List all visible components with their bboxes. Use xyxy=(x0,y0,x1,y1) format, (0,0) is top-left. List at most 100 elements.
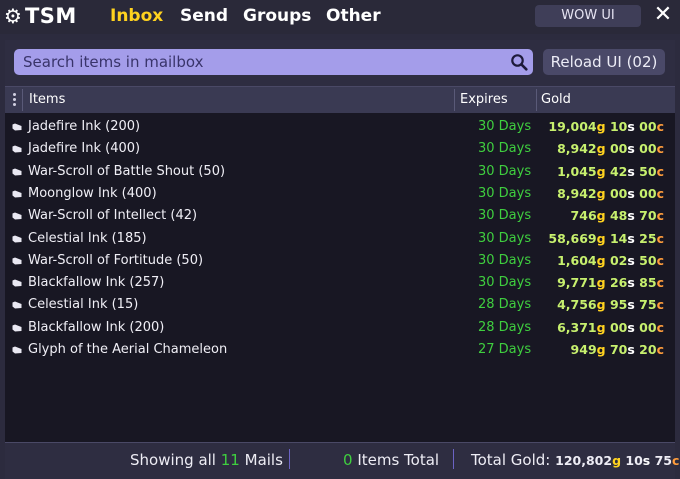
search-icon[interactable] xyxy=(510,53,528,71)
silver-unit: s xyxy=(627,297,635,313)
copper-unit: c xyxy=(656,141,664,157)
item-name: Blackfallow Ink (257) xyxy=(28,275,165,291)
gold-unit: g xyxy=(596,252,606,268)
search-placeholder: Search items in mailbox xyxy=(23,53,204,71)
item-name: War-Scroll of Fortitude (50) xyxy=(28,252,204,268)
copper-unit: c xyxy=(656,208,664,224)
silver-unit: s xyxy=(627,342,635,357)
gold-unit: g xyxy=(596,275,606,291)
copper-amount: 85 xyxy=(639,275,657,291)
mail-icon xyxy=(12,279,22,287)
gold-unit: g xyxy=(596,297,606,313)
gear-icon: ⚙ xyxy=(4,4,22,28)
table-row[interactable]: War-Scroll of Fortitude (50) 30 Days 1,604… xyxy=(5,250,675,272)
item-expires: 30 Days xyxy=(478,252,532,268)
silver-amount: 10 xyxy=(609,119,628,134)
gold-amount: 1,604 xyxy=(557,252,597,268)
mail-icon xyxy=(12,235,22,242)
table-header: Items Expires Gold xyxy=(5,86,675,114)
gold-amount: 8,942 xyxy=(557,185,597,201)
item-gold: 4,756g 95s 75c xyxy=(557,297,664,312)
gold-unit: g xyxy=(596,163,606,179)
table-row[interactable]: Glyph of the Aerial Chameleon 27 Days 949g… xyxy=(5,339,675,361)
item-gold: 58,669g 14s 25c xyxy=(548,231,664,246)
item-gold: 9,771g 26s 85c xyxy=(557,275,664,290)
item-gold: 19,004g 10s 00c xyxy=(548,119,664,134)
showing-prefix: Showing all xyxy=(130,451,216,469)
gold-unit: g xyxy=(596,319,606,335)
item-name: Jadefire Ink (200) xyxy=(28,119,141,134)
item-expires: 30 Days xyxy=(478,119,532,134)
column-options-icon[interactable] xyxy=(13,93,17,107)
gold-amount: 6,371 xyxy=(557,319,597,335)
copper-unit: c xyxy=(656,163,664,179)
copper-unit: c xyxy=(656,185,664,201)
column-header-expires[interactable]: Expires xyxy=(460,87,508,113)
mail-list: Jadefire Ink (200) 30 Days 19,004g 10s 00c… xyxy=(5,113,675,442)
item-name: Jadefire Ink (400) xyxy=(28,141,141,157)
item-expires: 30 Days xyxy=(478,185,532,201)
silver-unit: s xyxy=(627,275,635,291)
copper-amount: 50 xyxy=(639,252,657,268)
items-total-text: 0 Items Total xyxy=(343,451,439,469)
gold-unit: g xyxy=(596,185,606,201)
items-count: 0 xyxy=(343,451,353,469)
silver-amount: 26 xyxy=(609,275,628,291)
table-row[interactable]: Moonglow Ink (400) 30 Days 8,942g 00s 00c xyxy=(5,183,675,205)
silver-amount: 42 xyxy=(609,163,628,179)
silver-amount: 70 xyxy=(609,342,628,357)
item-expires: 27 Days xyxy=(478,342,532,357)
tsm-logo: ⚙ TSM xyxy=(4,4,77,28)
copper-amount: 70 xyxy=(639,208,657,224)
wow-ui-button[interactable]: WOW UI xyxy=(535,5,641,27)
item-expires: 30 Days xyxy=(478,275,532,291)
table-row[interactable]: Jadefire Ink (200) 30 Days 19,004g 10s 00c xyxy=(5,116,675,138)
gold-amount: 746 xyxy=(570,208,597,224)
footer-separator xyxy=(289,449,290,469)
table-row[interactable]: Blackfallow Ink (257) 30 Days 9,771g 26s 8… xyxy=(5,272,675,294)
tab-groups[interactable]: Groups xyxy=(243,6,311,26)
showing-mails-text: Showing all 11 Mails xyxy=(130,451,283,469)
copper-amount: 00 xyxy=(639,141,657,157)
column-header-gold[interactable]: Gold xyxy=(541,87,571,113)
mail-icon xyxy=(12,324,22,332)
reload-ui-button[interactable]: Reload UI (02) xyxy=(543,49,665,75)
column-header-items[interactable]: Items xyxy=(29,87,65,113)
silver-unit: s xyxy=(627,163,635,179)
table-row[interactable]: Celestial Ink (185) 30 Days 58,669g 14s 25… xyxy=(5,228,675,250)
silver-amount: 02 xyxy=(609,252,628,268)
copper-unit: c xyxy=(656,252,664,268)
gold-amount: 9,771 xyxy=(557,275,597,291)
table-row[interactable]: War-Scroll of Battle Shout (50) 30 Days 1,… xyxy=(5,161,675,183)
column-separator xyxy=(22,89,23,111)
tab-other[interactable]: Other xyxy=(326,6,381,26)
table-row[interactable]: Jadefire Ink (400) 30 Days 8,942g 00s 00c xyxy=(5,138,675,160)
search-input[interactable]: Search items in mailbox xyxy=(14,49,533,75)
tab-send[interactable]: Send xyxy=(180,6,228,26)
mail-icon xyxy=(12,123,22,131)
item-expires: 30 Days xyxy=(478,208,532,224)
close-icon[interactable]: ✕ xyxy=(652,3,674,27)
copper-amount: 00 xyxy=(639,185,657,201)
mail-count: 11 xyxy=(220,451,240,469)
item-gold: 1,045g 42s 50c xyxy=(557,164,664,179)
silver-amount: 48 xyxy=(609,208,628,224)
column-separator xyxy=(454,89,455,111)
item-expires: 30 Days xyxy=(478,163,532,179)
table-row[interactable]: Celestial Ink (15) 28 Days 4,756g 95s 75c xyxy=(5,294,675,316)
copper-amount: 50 xyxy=(639,163,657,179)
gold-unit: g xyxy=(596,119,606,134)
item-gold: 1,604g 02s 50c xyxy=(557,253,664,268)
table-row[interactable]: Blackfallow Ink (200) 28 Days 6,371g 00s 0… xyxy=(5,317,675,339)
silver-amount: 95 xyxy=(609,297,628,313)
item-expires: 28 Days xyxy=(478,297,532,313)
item-expires: 30 Days xyxy=(478,230,532,246)
silver-unit: s xyxy=(627,319,635,335)
mail-icon xyxy=(12,145,22,153)
silver-unit: s xyxy=(627,185,635,201)
tab-inbox[interactable]: Inbox xyxy=(110,6,163,26)
table-row[interactable]: War-Scroll of Intellect (42) 30 Days 746g … xyxy=(5,205,675,227)
gold-amount: 19,004 xyxy=(548,119,597,134)
item-gold: 8,942g 00s 00c xyxy=(557,141,664,156)
silver-amount: 00 xyxy=(609,141,628,157)
